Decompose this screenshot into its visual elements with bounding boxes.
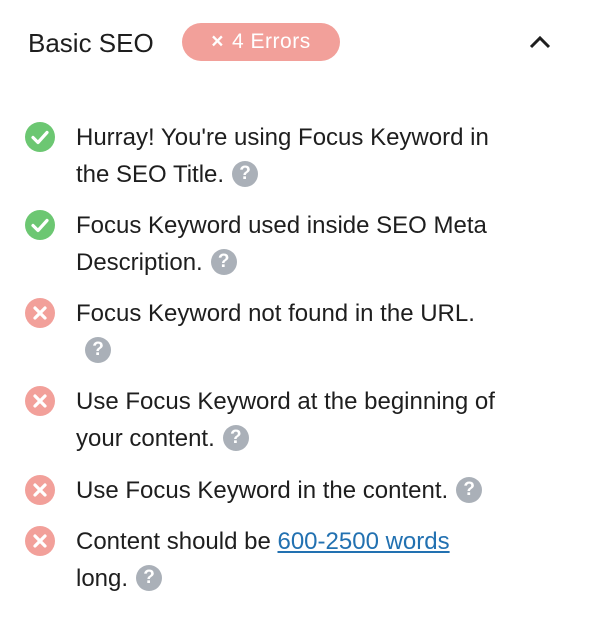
error-x-icon [25, 386, 55, 416]
error-count-label: 4 Errors [232, 30, 311, 53]
success-check-icon [25, 122, 55, 152]
check-text-line-1: Focus Keyword used inside SEO Meta [76, 212, 487, 239]
error-x-icon [25, 475, 55, 505]
check-text-line-1: Content should be [76, 528, 278, 555]
help-question-icon[interactable]: ? [232, 160, 259, 187]
check-text-line-1: Use Focus Keyword at the beginning of [76, 388, 495, 415]
word-count-link[interactable]: 600-2500 words [277, 528, 449, 555]
chevron-up-icon[interactable] [526, 28, 554, 56]
check-text-line-2: your content. [76, 425, 215, 452]
error-x-icon: × [211, 30, 225, 53]
help-question-icon[interactable]: ? [456, 476, 483, 503]
help-question-icon[interactable]: ? [210, 248, 237, 275]
check-text-line-1: Use Focus Keyword in the content. [76, 477, 449, 504]
error-count-badge: × 4 Errors [182, 23, 340, 61]
check-text: Use Focus Keyword at the beginning of yo… [76, 383, 576, 457]
success-check-icon [25, 210, 55, 240]
section-title: Basic SEO [28, 28, 154, 58]
check-text: Use Focus Keyword in the content.? [76, 472, 576, 509]
basic-seo-header[interactable]: Basic SEO × 4 Errors [0, 0, 596, 86]
error-x-icon [25, 526, 55, 556]
check-text: Content should be 600-2500 words long.? [76, 523, 576, 597]
check-text: Focus Keyword not found in the URL. ? [76, 295, 576, 369]
check-text-line-2: Description. [76, 249, 203, 276]
error-x-icon [25, 298, 55, 328]
help-question-icon[interactable]: ? [222, 424, 249, 451]
check-text-line-2: the SEO Title. [76, 161, 225, 188]
check-text-line-2: long. [76, 565, 129, 592]
help-question-icon[interactable]: ? [136, 564, 163, 591]
check-text-line-1: Hurray! You're using Focus Keyword in [76, 124, 489, 151]
check-text: Focus Keyword used inside SEO Meta Descr… [76, 207, 576, 281]
help-question-icon[interactable]: ? [85, 336, 111, 363]
check-text: Hurray! You're using Focus Keyword in th… [76, 119, 576, 193]
check-text-line-1: Focus Keyword not found in the URL. [76, 300, 475, 327]
